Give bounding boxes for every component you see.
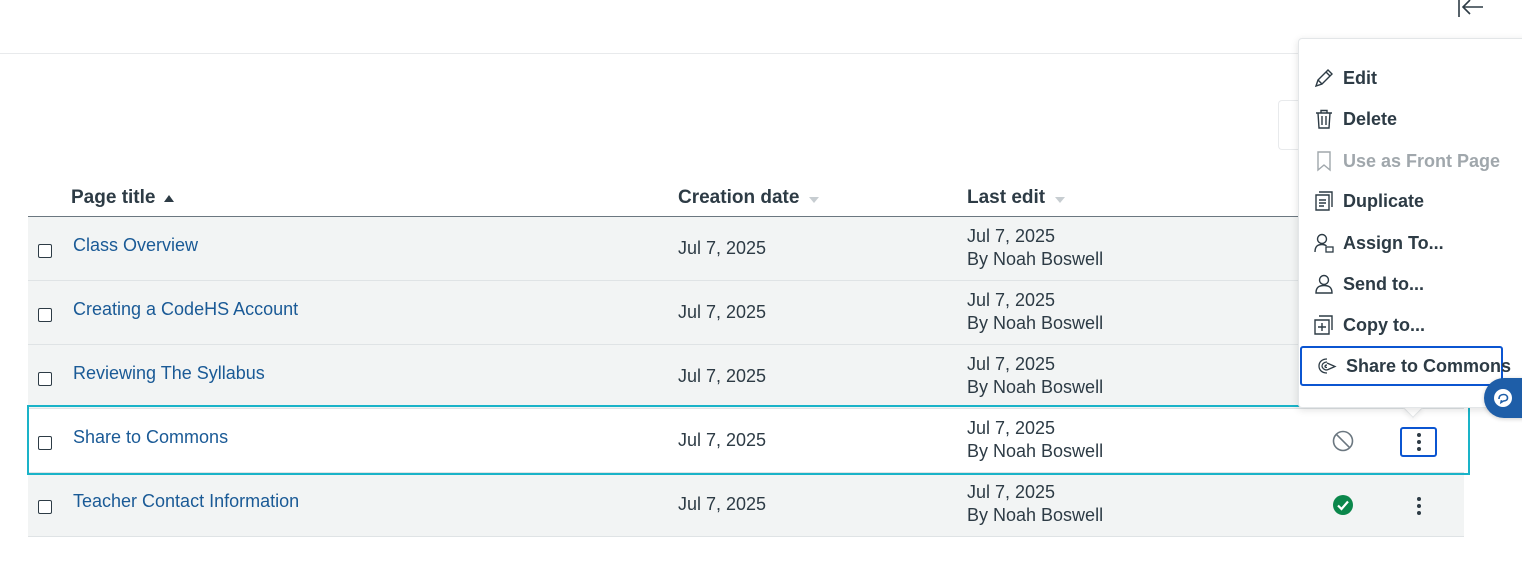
row-checkbox[interactable] <box>38 244 52 258</box>
menu-item-label: Use as Front Page <box>1343 150 1501 171</box>
table-row: Creating a CodeHS Account Jul 7, 2025 Ju… <box>28 281 1464 345</box>
assign-user-icon <box>1313 232 1335 254</box>
collapse-left-icon <box>1458 0 1483 17</box>
bookmark-icon <box>1313 150 1335 172</box>
last-edit-author: By Noah Boswell <box>967 441 1104 461</box>
menu-item-label: Duplicate <box>1343 190 1425 211</box>
menu-item-edit[interactable]: Edit <box>1313 62 1377 94</box>
menu-item-label: Delete <box>1343 108 1398 129</box>
creation-date: Jul 7, 2025 <box>678 238 767 258</box>
last-edit: Jul 7, 2025 By Noah Boswell <box>967 481 1103 527</box>
duplicate-icon <box>1313 190 1335 212</box>
unpublished-icon <box>1332 430 1354 452</box>
last-edit-date: Jul 7, 2025 <box>967 354 1056 374</box>
publish-toggle-button[interactable] <box>1331 493 1355 517</box>
pencil-icon <box>1313 67 1335 89</box>
last-edit-author: By Noah Boswell <box>967 313 1104 333</box>
sort-descending-icon <box>1055 196 1066 203</box>
last-edit-date: Jul 7, 2025 <box>967 418 1056 438</box>
sort-creation-date[interactable]: Creation date <box>678 187 820 209</box>
page-options-button[interactable] <box>1400 491 1437 521</box>
sort-descending-icon <box>809 196 820 203</box>
row-checkbox[interactable] <box>38 308 52 322</box>
more-options-icon <box>1416 497 1421 515</box>
row-checkbox[interactable] <box>38 372 52 386</box>
more-options-icon <box>1416 433 1421 451</box>
menu-item-duplicate[interactable]: Duplicate <box>1313 185 1424 217</box>
row-checkbox[interactable] <box>38 500 52 514</box>
menu-item-copy-to[interactable]: Copy to... <box>1313 309 1425 341</box>
menu-item-assign-to[interactable]: Assign To... <box>1313 227 1444 259</box>
last-edit: Jul 7, 2025 By Noah Boswell <box>967 417 1103 463</box>
menu-item-delete[interactable]: Delete <box>1313 103 1397 135</box>
page-options-button[interactable] <box>1400 427 1437 457</box>
creation-date: Jul 7, 2025 <box>678 302 767 322</box>
last-edit-author: By Noah Boswell <box>967 377 1104 397</box>
published-icon <box>1333 495 1353 515</box>
last-edit-date: Jul 7, 2025 <box>967 482 1056 502</box>
last-edit-date: Jul 7, 2025 <box>967 290 1056 310</box>
table-row: Reviewing The Syllabus Jul 7, 2025 Jul 7… <box>28 345 1464 409</box>
menu-item-use-as-front-page[interactable]: Use as Front Page <box>1313 145 1500 177</box>
menu-item-label: Assign To... <box>1343 232 1444 253</box>
pages-table: Page title Creation date Last edit Class… <box>28 176 1464 537</box>
menu-item-label: Send to... <box>1343 273 1424 294</box>
menu-item-label: Share to Commons <box>1346 355 1512 376</box>
last-edit: Jul 7, 2025 By Noah Boswell <box>967 289 1103 335</box>
last-edit-date: Jul 7, 2025 <box>967 226 1056 246</box>
header-creation-date: Creation date <box>678 187 800 208</box>
table-row: Class Overview Jul 7, 2025 Jul 7, 2025 B… <box>28 217 1464 281</box>
page-title-link[interactable]: Class Overview <box>73 235 198 256</box>
page-title-link[interactable]: Creating a CodeHS Account <box>73 299 298 320</box>
header-last-edit: Last edit <box>967 187 1046 208</box>
row-checkbox[interactable] <box>38 436 52 450</box>
last-edit: Jul 7, 2025 By Noah Boswell <box>967 353 1103 399</box>
header-page-title: Page title <box>71 187 156 208</box>
creation-date: Jul 7, 2025 <box>678 366 767 386</box>
page-title-link[interactable]: Reviewing The Syllabus <box>73 363 265 384</box>
table-row: Teacher Contact Information Jul 7, 2025 … <box>28 473 1464 537</box>
publish-toggle-button[interactable] <box>1331 429 1355 453</box>
sort-last-edit[interactable]: Last edit <box>967 187 1066 209</box>
top-bar <box>0 0 1522 54</box>
page-title-link[interactable]: Teacher Contact Information <box>73 491 299 512</box>
last-edit-author: By Noah Boswell <box>967 505 1104 525</box>
sort-ascending-icon <box>164 195 175 202</box>
creation-date: Jul 7, 2025 <box>678 430 767 450</box>
collapse-nav-button[interactable] <box>1455 0 1487 22</box>
page-options-menu: Edit Delete Use as Front Page Duplicate … <box>1298 38 1522 408</box>
page-title-link[interactable]: Share to Commons <box>73 427 228 448</box>
last-edit-author: By Noah Boswell <box>967 249 1104 269</box>
commons-icon <box>1316 355 1338 377</box>
menu-item-share-to-commons[interactable]: Share to Commons <box>1300 346 1511 386</box>
table-header: Page title Creation date Last edit <box>28 176 1464 217</box>
creation-date: Jul 7, 2025 <box>678 494 767 514</box>
copy-plus-icon <box>1313 314 1335 336</box>
menu-item-label: Edit <box>1343 67 1377 88</box>
help-chat-icon <box>1494 389 1512 407</box>
user-icon <box>1313 273 1335 295</box>
trash-icon <box>1313 108 1335 130</box>
menu-item-label: Copy to... <box>1343 314 1425 335</box>
sort-page-title[interactable]: Page title <box>71 187 175 209</box>
menu-item-send-to[interactable]: Send to... <box>1313 268 1424 300</box>
help-button[interactable] <box>1484 378 1522 418</box>
last-edit: Jul 7, 2025 By Noah Boswell <box>967 225 1103 271</box>
table-row: Share to Commons Jul 7, 2025 Jul 7, 2025… <box>28 409 1464 473</box>
